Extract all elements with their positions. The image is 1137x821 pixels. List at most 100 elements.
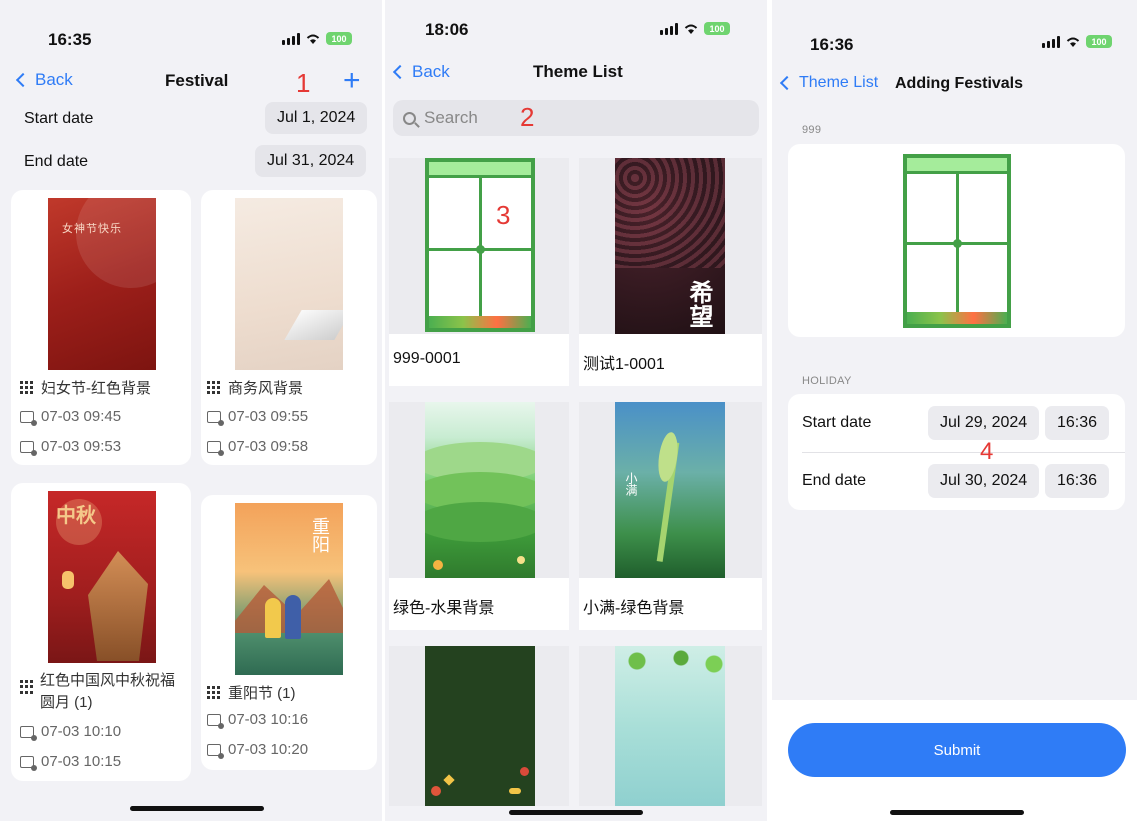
theme-label: 小满-绿色背景 — [583, 600, 685, 617]
grid-layout-icon — [425, 158, 535, 332]
card-title: 红色中国风中秋祝福圆月 (1) — [40, 672, 176, 711]
submit-button[interactable]: Submit — [788, 723, 1126, 777]
signal-icon — [1042, 35, 1060, 48]
theme-image — [615, 646, 725, 806]
grid-icon — [20, 380, 34, 395]
nav-bar: Back Theme List — [385, 54, 767, 90]
back-label: Back — [35, 70, 73, 89]
festival-card[interactable]: 中秋 红色中国风中秋祝福圆月 (1) 07-03 10:10 07-03 10:… — [11, 483, 191, 781]
thumbnail-text: 重阳 — [310, 517, 330, 553]
start-time-picker[interactable]: 16:36 — [1045, 406, 1110, 440]
thumbnail-text: 中秋 — [56, 505, 96, 527]
theme-card[interactable]: 绿色-水果背景 — [389, 402, 569, 630]
status-time: 16:35 — [48, 30, 92, 49]
battery-icon: 100 — [326, 32, 352, 45]
divider — [802, 452, 1125, 453]
battery-icon: 100 — [704, 22, 730, 35]
card-title: 商务风背景 — [228, 380, 304, 397]
back-button[interactable]: Theme List — [779, 74, 878, 92]
card-time: 07-03 09:53 — [41, 438, 122, 455]
thumbnail-text: 小满 — [624, 472, 638, 496]
card-time-row: 07-03 10:15 — [20, 753, 122, 771]
start-date-picker[interactable]: Jul 29, 2024 — [928, 406, 1040, 440]
signal-icon — [660, 22, 678, 35]
calendar-icon — [20, 440, 37, 456]
card-time: 07-03 10:10 — [41, 723, 122, 740]
annotation-3: 3 — [496, 200, 511, 230]
search-placeholder: Search — [424, 108, 478, 127]
festival-card[interactable]: 商务风背景 07-03 09:55 07-03 09:58 — [201, 190, 377, 465]
theme-card[interactable]: 小满 小满-绿色背景 — [579, 402, 762, 630]
theme-card[interactable]: 3 999-0001 — [389, 158, 569, 386]
card-title-row: 重阳节 (1) — [207, 682, 296, 703]
theme-card[interactable] — [389, 646, 569, 806]
theme-thumbnail — [389, 402, 569, 578]
card-time: 07-03 09:45 — [41, 408, 122, 425]
calendar-icon — [20, 410, 37, 426]
holiday-panel: Start date Jul 29, 2024 16:36 4 End date… — [788, 394, 1125, 510]
start-date-row: Start date Jul 1, 2024 — [0, 100, 382, 140]
signal-icon — [282, 32, 300, 45]
home-indicator[interactable] — [509, 810, 643, 815]
end-date-picker[interactable]: Jul 31, 2024 — [255, 145, 367, 177]
festival-card[interactable]: 女神节快乐 妇女节-红色背景 07-03 09:45 07-03 09:53 — [11, 190, 191, 465]
end-date-label: End date — [802, 472, 867, 489]
chevron-left-icon — [392, 64, 408, 80]
card-time-row: 07-03 09:53 — [20, 438, 122, 456]
grid-layout-icon — [903, 154, 1011, 328]
theme-thumbnail: 小满 — [579, 402, 762, 578]
back-button[interactable]: Back — [392, 62, 450, 82]
annotation-4: 4 — [980, 438, 994, 465]
chevron-left-icon — [15, 72, 31, 88]
end-time-picker[interactable]: 16:36 — [1045, 464, 1110, 498]
grid-icon — [20, 680, 33, 694]
status-icons: 100 — [660, 22, 730, 35]
home-indicator[interactable] — [890, 810, 1024, 815]
theme-card[interactable]: 希望 测试1-0001 — [579, 158, 762, 386]
status-time: 18:06 — [425, 20, 469, 39]
theme-card[interactable] — [579, 646, 762, 806]
theme-thumbnail: 希望 — [579, 158, 762, 334]
status-icons: 100 — [282, 32, 352, 45]
card-title: 重阳节 (1) — [228, 685, 296, 702]
card-time-row: 07-03 09:45 — [20, 408, 122, 426]
home-indicator[interactable] — [130, 806, 264, 811]
add-icon[interactable]: + — [343, 66, 361, 96]
theme-thumbnail: 3 — [389, 158, 569, 334]
festival-thumbnail: 中秋 — [48, 491, 156, 663]
card-time: 07-03 09:58 — [228, 438, 309, 455]
festival-screen: 16:35 100 Back Festival 1 + Start date J… — [0, 0, 382, 821]
calendar-icon — [20, 755, 37, 771]
card-time-row: 07-03 10:10 — [20, 723, 122, 741]
annotation-1: 1 — [296, 68, 311, 98]
theme-label: 测试1-0001 — [583, 356, 665, 373]
search-icon — [403, 111, 416, 125]
end-date-label: End date — [24, 153, 89, 170]
selected-theme-panel[interactable] — [788, 144, 1125, 337]
thumbnail-text: 女神节快乐 — [62, 223, 122, 235]
start-date-label: Start date — [24, 110, 94, 127]
status-icons: 100 — [1042, 35, 1112, 48]
card-time: 07-03 10:16 — [228, 711, 309, 728]
calendar-icon — [207, 743, 224, 759]
calendar-icon — [207, 440, 224, 456]
page-title: Festival — [165, 71, 229, 90]
back-button[interactable]: Back — [15, 70, 73, 90]
card-time: 07-03 10:15 — [41, 753, 122, 770]
calendar-icon — [207, 410, 224, 426]
search-input[interactable]: Search — [393, 100, 759, 136]
start-date-label: Start date — [802, 414, 872, 431]
festival-thumbnail: 重阳 — [235, 503, 343, 675]
end-date-picker[interactable]: Jul 30, 2024 — [928, 464, 1040, 498]
wifi-icon — [1066, 37, 1080, 47]
theme-thumbnail — [389, 646, 569, 806]
theme-section-header: 999 — [802, 124, 822, 136]
status-bar: 16:36 100 — [772, 0, 1137, 70]
card-title-row: 妇女节-红色背景 — [20, 377, 151, 398]
festival-card[interactable]: 重阳 重阳节 (1) 07-03 10:16 07-03 10:20 — [201, 495, 377, 770]
page-title: Adding Festivals — [895, 75, 1024, 92]
nav-bar: Theme List Adding Festivals — [772, 66, 1137, 102]
start-date-picker[interactable]: Jul 1, 2024 — [265, 102, 368, 134]
festival-thumbnail — [235, 198, 343, 370]
calendar-icon — [207, 713, 224, 729]
